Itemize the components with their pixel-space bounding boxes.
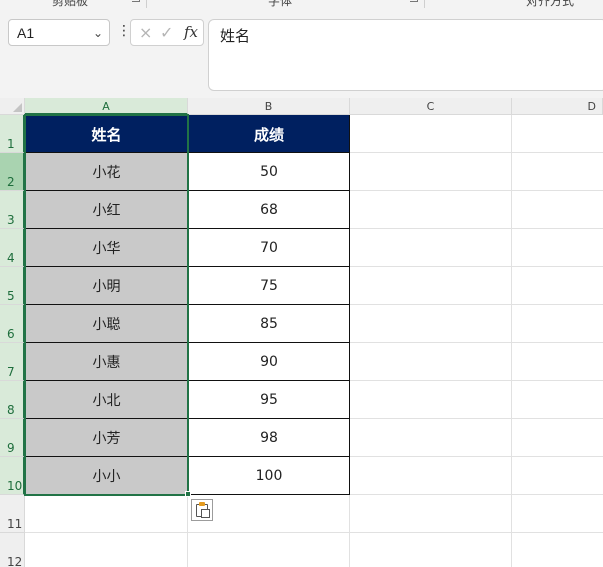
name-cell[interactable]: 小明 xyxy=(25,267,188,305)
table-border xyxy=(25,190,350,191)
row-number: 11 xyxy=(7,517,23,531)
row-header-6[interactable]: 6 xyxy=(0,305,25,343)
row-number: 8 xyxy=(7,403,15,417)
formula-input[interactable]: 姓名 xyxy=(208,19,603,91)
score-cell[interactable]: 95 xyxy=(188,381,350,419)
formula-content: 姓名 xyxy=(220,27,251,45)
select-all-icon xyxy=(13,103,22,112)
row-header-10[interactable]: 10 xyxy=(0,457,25,495)
row-header-7[interactable]: 7 xyxy=(0,343,25,381)
header-cell-score[interactable]: 成绩 xyxy=(188,115,350,153)
row-header-2[interactable]: 2 xyxy=(0,153,25,191)
score-cell[interactable]: 68 xyxy=(188,191,350,229)
ribbon-group-alignment: 对齐方式 xyxy=(526,0,575,8)
name-box-value: A1 xyxy=(17,25,35,41)
enter-icon[interactable]: ✓ xyxy=(160,23,173,42)
score-cell[interactable]: 90 xyxy=(188,343,350,381)
clipboard-launcher-icon[interactable] xyxy=(132,0,140,2)
score-cell[interactable]: 75 xyxy=(188,267,350,305)
row-number: 10 xyxy=(7,479,23,493)
column-header-d[interactable]: D xyxy=(512,98,603,115)
score-cell[interactable]: 85 xyxy=(188,305,350,343)
score-cell[interactable]: 50 xyxy=(188,153,350,191)
name-cell[interactable]: 小华 xyxy=(25,229,188,267)
more-options-icon[interactable]: ⋮ xyxy=(117,24,131,38)
font-launcher-icon[interactable] xyxy=(410,0,418,2)
row-number: 4 xyxy=(7,251,15,265)
row-number: 12 xyxy=(7,555,23,567)
ribbon-separator xyxy=(146,0,147,8)
name-box[interactable]: A1 ⌄ xyxy=(8,19,110,46)
table-border xyxy=(25,418,350,419)
column-header-c[interactable]: C xyxy=(350,98,512,115)
table-border xyxy=(187,115,188,495)
row-number: 1 xyxy=(7,137,15,151)
table-border xyxy=(25,152,350,153)
row-number: 6 xyxy=(7,327,15,341)
row-header-11[interactable]: 11 xyxy=(0,495,25,533)
table-border xyxy=(25,456,350,457)
name-cell[interactable]: 小北 xyxy=(25,381,188,419)
row-number: 3 xyxy=(7,213,15,227)
row-header-1[interactable]: 1 xyxy=(0,115,25,153)
table-border xyxy=(25,380,350,381)
score-cell[interactable]: 70 xyxy=(188,229,350,267)
name-cell[interactable]: 小惠 xyxy=(25,343,188,381)
row-header-5[interactable]: 5 xyxy=(0,267,25,305)
column-header-b[interactable]: B xyxy=(188,98,350,115)
paste-page xyxy=(201,509,210,518)
formula-bar: A1 ⌄ ⋮ × ✓ fx 姓名 xyxy=(0,8,603,98)
insert-function-icon[interactable]: fx xyxy=(184,23,198,41)
gridline xyxy=(511,115,512,567)
table-border xyxy=(349,115,350,495)
row-header-4[interactable]: 4 xyxy=(0,229,25,267)
row-number: 2 xyxy=(7,175,15,189)
table-border xyxy=(25,228,350,229)
ribbon-strip: 剪贴板 字体 对齐方式 xyxy=(0,0,603,8)
row-number: 7 xyxy=(7,365,15,379)
name-cell[interactable]: 小芳 xyxy=(25,419,188,457)
name-cell[interactable]: 小花 xyxy=(25,153,188,191)
ribbon-group-clipboard: 剪贴板 xyxy=(52,0,89,8)
row-header-3[interactable]: 3 xyxy=(0,191,25,229)
name-cell[interactable]: 小小 xyxy=(25,457,188,495)
fill-handle[interactable] xyxy=(185,491,191,497)
row-number: 5 xyxy=(7,289,15,303)
name-cell[interactable]: 小红 xyxy=(25,191,188,229)
row-number: 9 xyxy=(7,441,15,455)
paste-options-button[interactable] xyxy=(191,499,213,521)
row-header-12[interactable]: 12 xyxy=(0,533,25,567)
select-all-corner[interactable] xyxy=(0,98,25,115)
row-header-9[interactable]: 9 xyxy=(0,419,25,457)
ribbon-separator xyxy=(424,0,425,8)
gridline xyxy=(25,532,603,533)
formula-buttons: × ✓ fx xyxy=(130,19,204,46)
score-cell[interactable]: 100 xyxy=(188,457,350,495)
chevron-down-icon[interactable]: ⌄ xyxy=(93,26,103,40)
spreadsheet-grid[interactable]: A B C D 1 2 3 4 5 6 7 8 9 10 11 12 姓名 成绩… xyxy=(0,98,603,567)
table-border xyxy=(25,304,350,305)
table-border xyxy=(25,342,350,343)
clipboard-clip xyxy=(199,502,205,506)
score-cell[interactable]: 98 xyxy=(188,419,350,457)
header-cell-name[interactable]: 姓名 xyxy=(25,115,188,153)
ribbon-group-font: 字体 xyxy=(268,0,293,8)
table-border xyxy=(25,266,350,267)
cancel-icon[interactable]: × xyxy=(139,23,152,42)
name-cell[interactable]: 小聪 xyxy=(25,305,188,343)
row-header-8[interactable]: 8 xyxy=(0,381,25,419)
column-header-a[interactable]: A xyxy=(25,98,188,115)
